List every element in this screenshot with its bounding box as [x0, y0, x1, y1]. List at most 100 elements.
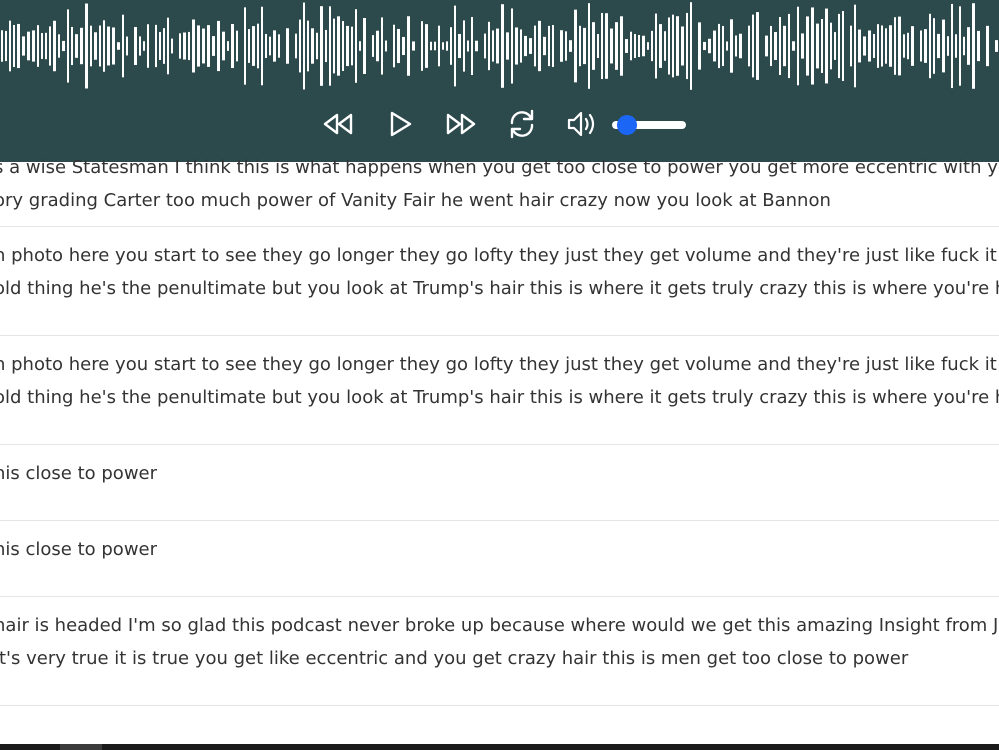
waveform-bar — [868, 30, 871, 62]
waveform-bar — [458, 33, 461, 59]
transcript-entry[interactable]: his close to power — [0, 521, 999, 597]
waveform-bar — [907, 32, 909, 60]
waveform-bar — [167, 17, 169, 75]
transcript-entry[interactable]: hair is headed I'm so glad this podcast … — [0, 597, 999, 706]
waveform-bar — [703, 41, 706, 51]
waveform-bar — [739, 33, 742, 59]
waveform-bar — [231, 23, 234, 69]
player-controls — [0, 104, 999, 144]
waveform-bar — [316, 32, 318, 60]
waveform-bar — [171, 38, 173, 54]
waveform-bar — [854, 4, 856, 88]
transcript-entry[interactable]: n photo here you start to see they go lo… — [0, 227, 999, 336]
waveform-bar — [825, 8, 828, 84]
waveform-bar — [103, 20, 105, 72]
waveform-bar — [783, 25, 786, 67]
waveform-bar — [320, 6, 323, 86]
waveform-bar — [397, 28, 400, 64]
waveform-bar — [501, 4, 504, 88]
volume-button[interactable] — [562, 104, 602, 144]
waveform-bar — [257, 23, 259, 69]
waveform-bar — [898, 16, 901, 76]
waveform-bar — [126, 36, 128, 56]
waveform-bar — [22, 36, 25, 56]
waveform-bar — [197, 25, 200, 67]
waveform-bar — [659, 24, 662, 68]
waveform-bar — [647, 42, 649, 50]
waveform-bar — [574, 9, 577, 83]
waveform-bar — [407, 16, 410, 76]
waveform-bar — [972, 3, 975, 89]
transcript-entry[interactable]: his close to power — [0, 445, 999, 521]
waveform-bar — [951, 3, 953, 89]
waveform-bar — [967, 27, 970, 65]
waveform-bar — [1, 30, 3, 62]
waveform-bar — [273, 30, 276, 62]
loop-button[interactable] — [502, 104, 542, 144]
waveform-bar — [752, 14, 754, 78]
waveform-bar — [492, 30, 494, 62]
volume-slider[interactable] — [612, 115, 686, 135]
waveform-bar — [929, 13, 931, 79]
transcript-entry[interactable]: s a wise Statesman I think this is what … — [0, 150, 999, 227]
waveform-bar — [261, 6, 263, 86]
waveform-bar — [311, 28, 314, 64]
waveform-bar — [858, 29, 861, 63]
waveform-bar — [212, 36, 215, 56]
rewind-button[interactable] — [318, 104, 358, 144]
waveform-bar — [139, 36, 141, 56]
waveform-bar — [329, 6, 331, 86]
play-button[interactable] — [380, 104, 420, 144]
waveform-bar — [307, 20, 309, 72]
waveform-bar — [597, 34, 599, 58]
waveform-bar — [735, 35, 737, 57]
waveform-bar — [17, 23, 20, 69]
waveform-bar — [625, 39, 628, 53]
waveform-bar — [325, 29, 327, 63]
waveform-bar — [765, 35, 768, 57]
waveform-bar — [446, 41, 448, 51]
waveform-bar — [45, 32, 47, 60]
waveform-bar — [107, 26, 110, 66]
waveform-bar — [834, 32, 836, 60]
waveform-bar — [955, 34, 957, 58]
waveform-bar — [244, 7, 246, 85]
waveform-bar — [718, 23, 720, 69]
waveform-bar — [676, 16, 679, 76]
waveform-bar — [863, 36, 866, 56]
waveform-bar — [117, 42, 120, 50]
waveform-bar — [730, 19, 733, 73]
transcript-line: it's very true it is true you get like e… — [0, 648, 909, 669]
waveform-bar — [821, 19, 823, 73]
waveform-bar — [346, 25, 349, 67]
transcript-line: hair is headed I'm so glad this podcast … — [0, 615, 999, 636]
waveform-bar — [41, 33, 43, 59]
waveform-bar — [463, 20, 465, 72]
waveform-bar — [779, 16, 781, 76]
waveform-bar — [112, 27, 115, 65]
waveform-bar — [664, 31, 666, 61]
waveform-bar — [488, 21, 490, 71]
waveform-bar — [830, 22, 832, 70]
volume-thumb[interactable] — [617, 115, 638, 135]
waveform-bar — [933, 18, 935, 74]
waveform-bar — [655, 13, 657, 79]
waveform-bar — [342, 21, 344, 71]
waveform-bar — [634, 33, 636, 59]
waveform-bar — [668, 17, 670, 75]
waveform-bar — [265, 33, 267, 59]
waveform-bar — [588, 3, 590, 89]
waveform-bar — [977, 30, 980, 62]
taskbar-tab[interactable] — [60, 744, 102, 750]
waveform-bar — [937, 33, 940, 59]
waveform-bar — [475, 40, 478, 52]
waveform-bar — [986, 25, 989, 67]
waveform-bar — [278, 34, 280, 58]
transcript-entry[interactable]: n photo here you start to see they go lo… — [0, 336, 999, 445]
waveform[interactable] — [0, 0, 999, 100]
waveform-bar — [442, 42, 444, 50]
waveform-bar — [774, 32, 777, 60]
waveform-bar — [99, 25, 101, 67]
fast-forward-button[interactable] — [441, 104, 481, 144]
waveform-bar — [252, 26, 255, 66]
